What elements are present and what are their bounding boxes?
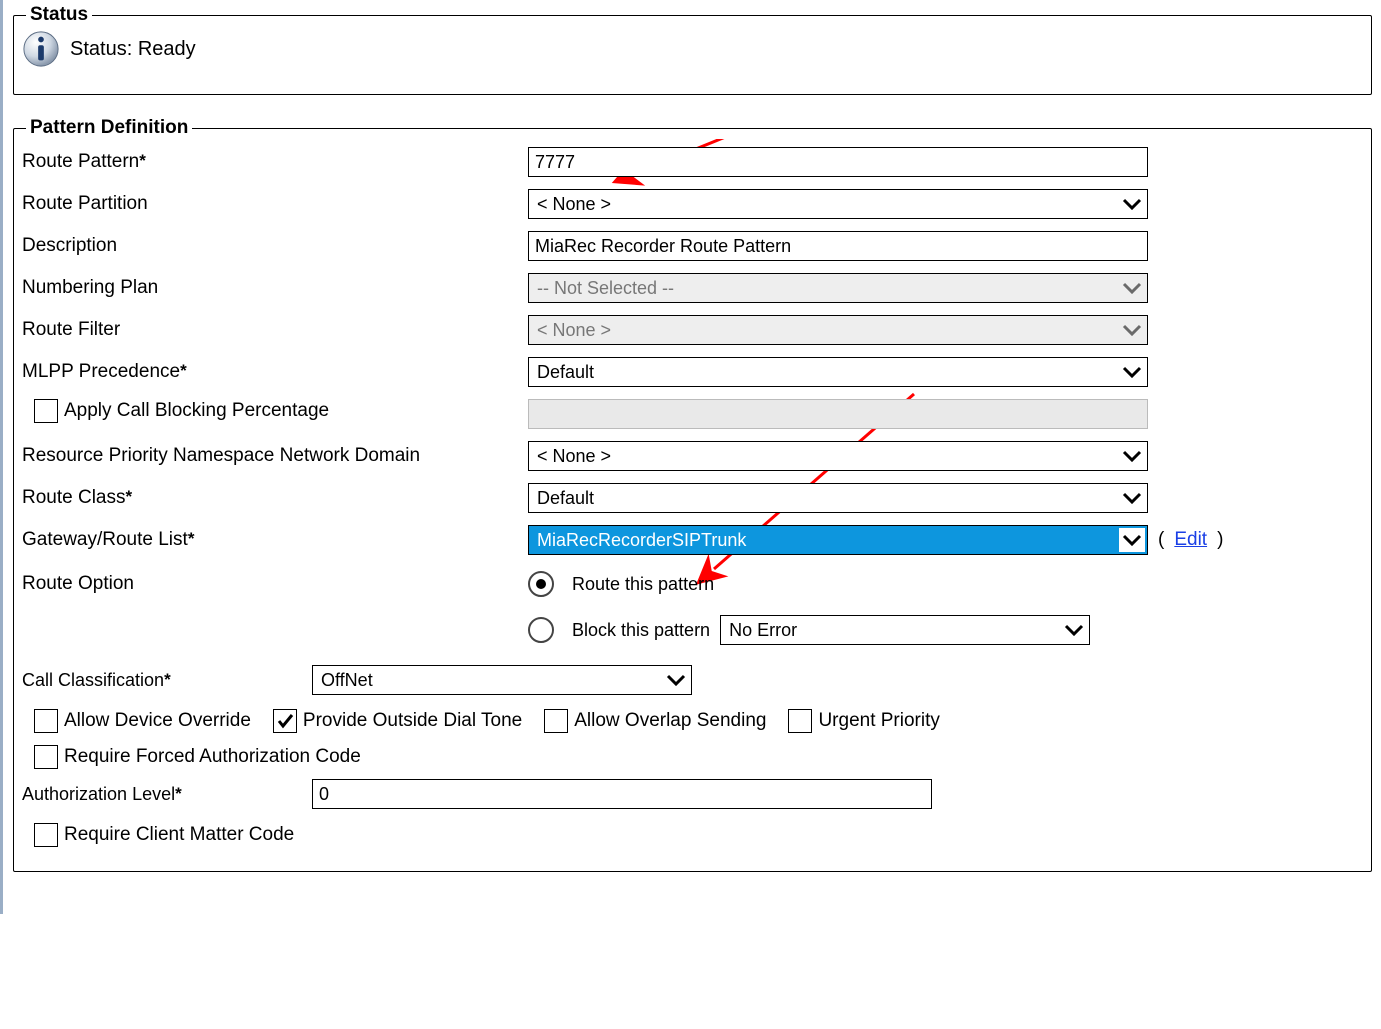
route-partition-select[interactable]: < None > bbox=[528, 189, 1148, 219]
chevron-down-icon bbox=[1061, 618, 1087, 642]
route-partition-value: < None > bbox=[537, 194, 611, 215]
allow-device-override-checkbox[interactable] bbox=[34, 709, 58, 733]
info-icon bbox=[22, 30, 60, 68]
gateway-select[interactable]: MiaRecRecorderSIPTrunk bbox=[528, 525, 1148, 555]
route-filter-select: < None > bbox=[528, 315, 1148, 345]
block-error-value: No Error bbox=[729, 620, 797, 641]
call-classification-value: OffNet bbox=[321, 670, 373, 691]
status-text: Status: Ready bbox=[70, 38, 196, 61]
numbering-plan-label: Numbering Plan bbox=[22, 277, 528, 299]
route-partition-label: Route Partition bbox=[22, 193, 528, 215]
client-matter-label: Require Client Matter Code bbox=[64, 824, 294, 846]
mlpp-value: Default bbox=[537, 362, 594, 383]
call-classification-select[interactable]: OffNet bbox=[312, 665, 692, 695]
rpnnd-label: Resource Priority Namespace Network Doma… bbox=[22, 445, 528, 467]
route-class-select[interactable]: Default bbox=[528, 483, 1148, 513]
apply-call-blocking-checkbox[interactable] bbox=[34, 399, 58, 423]
numbering-plan-value: -- Not Selected -- bbox=[537, 278, 674, 299]
status-legend: Status bbox=[26, 4, 92, 26]
block-error-select[interactable]: No Error bbox=[720, 615, 1090, 645]
route-filter-label: Route Filter bbox=[22, 319, 528, 341]
call-blocking-disabled-box bbox=[528, 399, 1148, 429]
route-this-pattern-radio[interactable] bbox=[528, 571, 554, 597]
chevron-down-icon bbox=[1119, 360, 1145, 384]
route-this-pattern-label: Route this pattern bbox=[572, 574, 714, 595]
block-this-pattern-label: Block this pattern bbox=[572, 620, 710, 641]
edit-link[interactable]: Edit bbox=[1174, 529, 1207, 551]
status-fieldset: Status Status: Ready bbox=[13, 4, 1372, 95]
auth-level-input[interactable] bbox=[312, 779, 932, 809]
mlpp-select[interactable]: Default bbox=[528, 357, 1148, 387]
outside-dial-tone-checkbox[interactable] bbox=[273, 709, 297, 733]
description-label: Description bbox=[22, 235, 528, 257]
allow-device-override-label: Allow Device Override bbox=[64, 710, 251, 732]
overlap-sending-checkbox[interactable] bbox=[544, 709, 568, 733]
client-matter-checkbox[interactable] bbox=[34, 823, 58, 847]
description-input[interactable] bbox=[528, 231, 1148, 261]
apply-call-blocking-label: Apply Call Blocking Percentage bbox=[64, 400, 329, 422]
chevron-down-icon bbox=[1119, 318, 1145, 342]
call-classification-label: Call Classification bbox=[22, 670, 164, 690]
pattern-definition-legend: Pattern Definition bbox=[26, 117, 192, 139]
auth-level-label: Authorization Level bbox=[22, 784, 175, 804]
route-filter-value: < None > bbox=[537, 320, 611, 341]
pattern-definition-fieldset: Pattern Definition Route Pattern* Route … bbox=[13, 117, 1372, 872]
rpnnd-select[interactable]: < None > bbox=[528, 441, 1148, 471]
chevron-down-icon bbox=[1119, 444, 1145, 468]
route-pattern-input[interactable] bbox=[528, 147, 1148, 177]
urgent-priority-label: Urgent Priority bbox=[818, 710, 939, 732]
outside-dial-tone-label: Provide Outside Dial Tone bbox=[303, 710, 522, 732]
mlpp-label: MLPP Precedence bbox=[22, 361, 180, 382]
route-class-value: Default bbox=[537, 488, 594, 509]
chevron-down-icon bbox=[1119, 486, 1145, 510]
route-option-label: Route Option bbox=[22, 573, 528, 595]
numbering-plan-select: -- Not Selected -- bbox=[528, 273, 1148, 303]
overlap-sending-label: Allow Overlap Sending bbox=[574, 710, 766, 732]
gateway-label: Gateway/Route List bbox=[22, 529, 188, 550]
forced-auth-checkbox[interactable] bbox=[34, 745, 58, 769]
chevron-down-icon bbox=[1119, 528, 1145, 552]
chevron-down-icon bbox=[1119, 192, 1145, 216]
route-pattern-label: Route Pattern bbox=[22, 151, 139, 172]
block-this-pattern-radio[interactable] bbox=[528, 617, 554, 643]
route-class-label: Route Class bbox=[22, 487, 126, 508]
rpnnd-value: < None > bbox=[537, 446, 611, 467]
forced-auth-label: Require Forced Authorization Code bbox=[64, 746, 361, 768]
chevron-down-icon bbox=[1119, 276, 1145, 300]
chevron-down-icon bbox=[663, 668, 689, 692]
urgent-priority-checkbox[interactable] bbox=[788, 709, 812, 733]
gateway-value: MiaRecRecorderSIPTrunk bbox=[537, 530, 746, 551]
